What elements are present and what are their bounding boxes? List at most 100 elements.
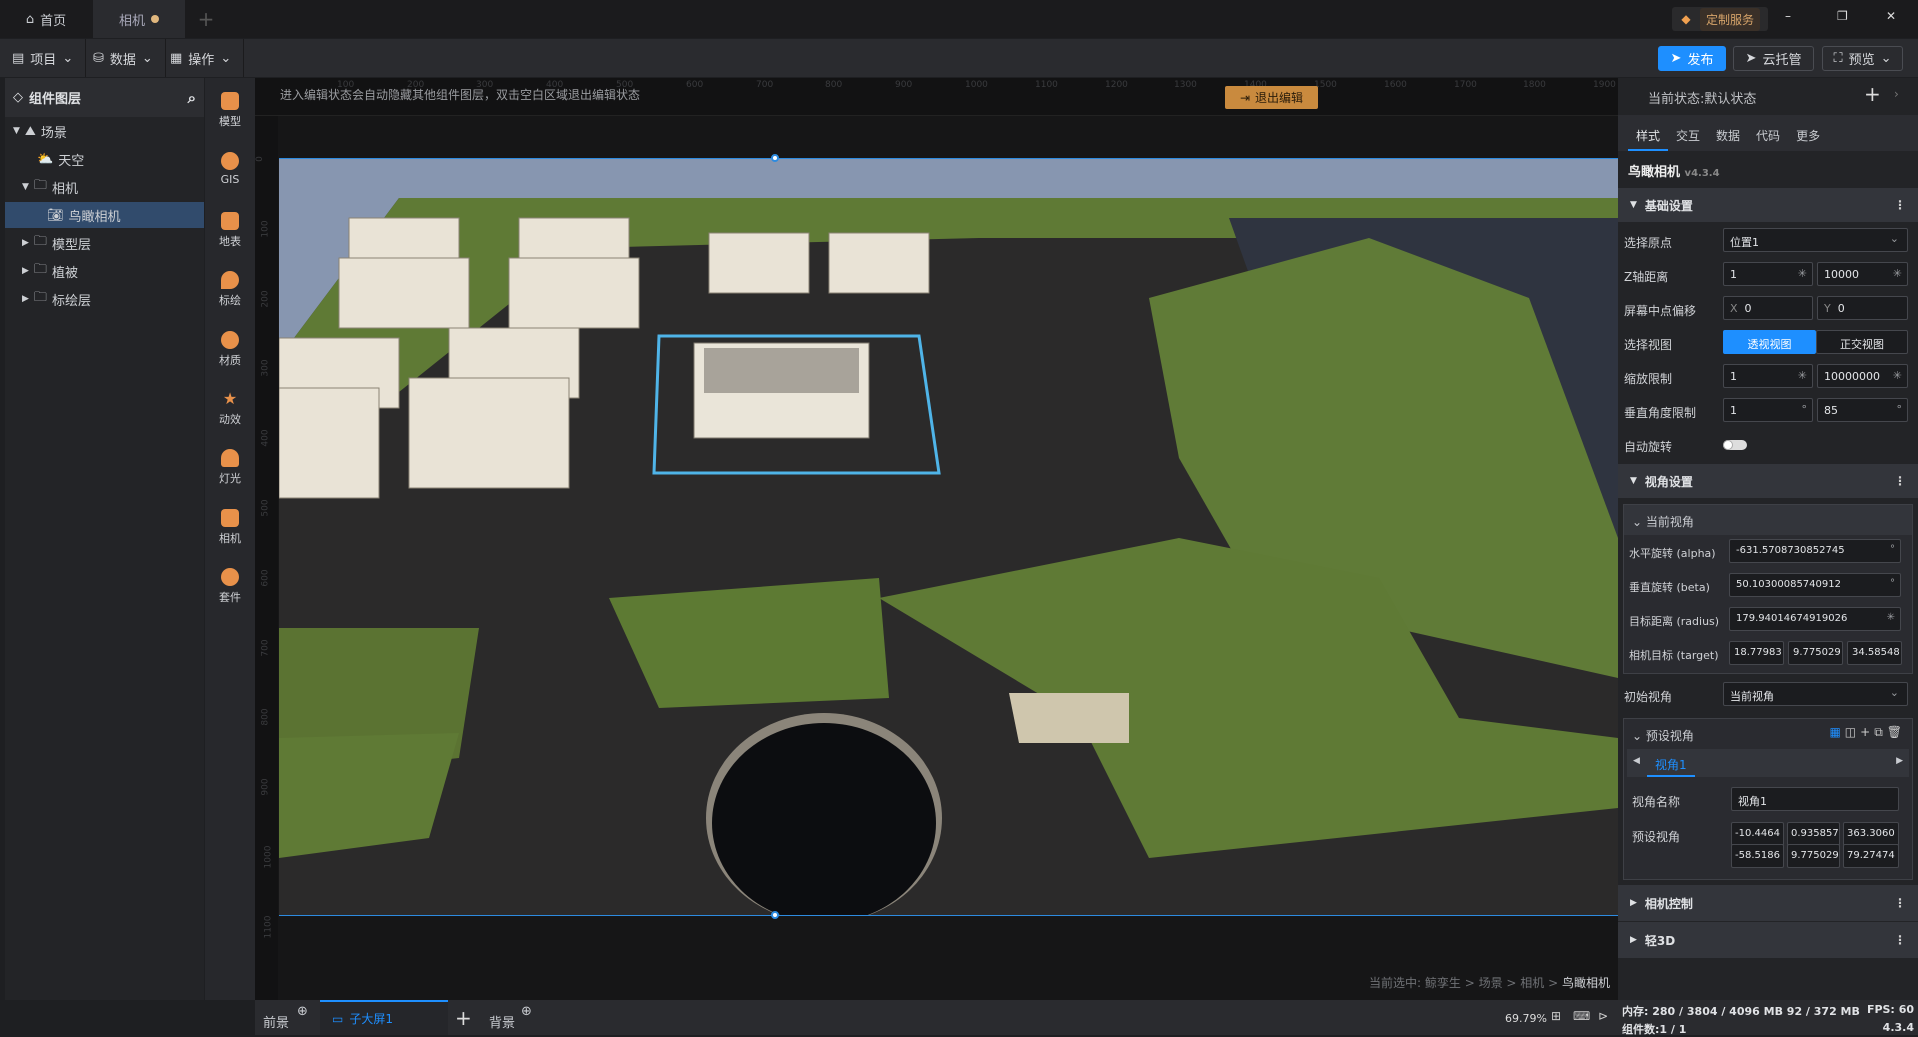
initial-view-select[interactable]: 当前视角 ⌄ xyxy=(1723,682,1908,706)
cloud-hosting-button[interactable]: ➤ 云托管 xyxy=(1733,46,1814,71)
canvas-area[interactable]: 100 200 300 400 500 600 700 800 900 1000 1100 1200 1… xyxy=(255,78,1618,1000)
offset-y-input[interactable]: Y 0 xyxy=(1817,296,1908,320)
strip-kit[interactable]: 套件 xyxy=(205,568,255,605)
more-icon[interactable]: ⋮ xyxy=(1894,896,1906,910)
offset-x-input[interactable]: X 0 xyxy=(1723,296,1813,320)
strip-material[interactable]: 材质 xyxy=(205,331,255,368)
background-tab[interactable]: 背景 xyxy=(489,1012,515,1031)
search-icon[interactable]: ⌕ xyxy=(188,89,196,107)
preset-value-input[interactable]: 363.3060 xyxy=(1843,822,1899,846)
tab-sub-screen[interactable]: ▭ 子大屏1 xyxy=(320,1000,448,1035)
strip-gis[interactable]: GIS xyxy=(205,152,255,186)
resize-handle[interactable] xyxy=(771,911,779,919)
preset-value-input[interactable]: -10.4464 xyxy=(1731,822,1784,846)
copy-icon[interactable]: ⧉ xyxy=(1874,725,1887,739)
strip-light[interactable]: 灯光 xyxy=(205,449,255,486)
trash-icon[interactable]: 🗑︎ xyxy=(1887,725,1906,739)
menu-data[interactable]: ⛁ 数据 ⌄ xyxy=(81,39,166,77)
strip-terrain[interactable]: 地表 xyxy=(205,212,255,249)
preview-button[interactable]: ⛶ 预览 ⌄ xyxy=(1822,46,1903,71)
vangle-max-input[interactable]: 85 ° xyxy=(1817,398,1908,422)
tree-item-camera-folder[interactable]: ▼ 🗀 相机 xyxy=(5,174,204,200)
auto-rotate-toggle[interactable] xyxy=(1723,440,1747,450)
tab-camera[interactable]: 相机 xyxy=(93,0,185,38)
caret-left-icon[interactable]: ◀ xyxy=(1633,756,1640,766)
view-name-input[interactable]: 视角1 xyxy=(1731,787,1899,811)
strip-plot[interactable]: 标绘 xyxy=(205,271,255,308)
menu-operate[interactable]: ▦ 操作 ⌄ xyxy=(158,39,245,77)
tab-more[interactable]: 更多 xyxy=(1788,115,1828,151)
new-tab-button[interactable]: + xyxy=(186,0,226,38)
preset-view-header[interactable]: ⌄ 预设视角 ▦◫+⧉🗑︎ xyxy=(1624,719,1912,749)
foreground-tab[interactable]: 前景 xyxy=(263,1012,289,1031)
tree-item-plot-layer[interactable]: ▶ 🗀 标绘层 xyxy=(5,286,204,312)
perspective-view-option[interactable]: 透视视图 xyxy=(1723,330,1816,354)
add-screen-button[interactable]: + xyxy=(455,1006,472,1030)
menu-project[interactable]: ▤ 项目 ⌄ xyxy=(0,39,87,77)
z-max-input[interactable]: 10000 ✳ xyxy=(1817,262,1908,286)
tree-item-model-layer[interactable]: ▶ 🗀 模型层 xyxy=(5,230,204,256)
add-icon[interactable]: + xyxy=(1860,725,1874,739)
3d-scene-viewport[interactable] xyxy=(279,158,1618,915)
terminal-icon[interactable]: ⊳ xyxy=(1598,1009,1608,1023)
section-basic[interactable]: ▼ 基础设置 ⋮ xyxy=(1618,188,1918,222)
publish-button[interactable]: ➤ 发布 xyxy=(1658,46,1726,71)
tree-item-scene[interactable]: ▼ ⛰ 场景 xyxy=(5,118,204,144)
z-min-input[interactable]: 1 ✳ xyxy=(1723,262,1813,286)
more-icon[interactable]: ⋮ xyxy=(1894,933,1906,947)
target-z-input[interactable]: 34.58548 xyxy=(1847,641,1902,665)
target-y-input[interactable]: 9.775029 xyxy=(1788,641,1843,665)
tree-item-sky[interactable]: ⛅ 天空 xyxy=(5,146,204,172)
fit-screen-icon[interactable]: ⊞ xyxy=(1551,1009,1561,1023)
layout-icon[interactable]: ◫ xyxy=(1845,725,1860,739)
chevron-right-icon[interactable]: › xyxy=(1894,87,1899,101)
zoom-min-input[interactable]: 1 ✳ xyxy=(1723,364,1813,388)
zoom-max-input[interactable]: 10000000 ✳ xyxy=(1817,364,1908,388)
exit-edit-button[interactable]: ⇥ 退出编辑 xyxy=(1225,86,1318,109)
strip-camera[interactable]: 相机 xyxy=(205,509,255,546)
minimize-button[interactable]: – xyxy=(1785,9,1791,23)
breadcrumb-item[interactable]: 鲸孪生 xyxy=(1425,976,1461,990)
more-icon[interactable]: ⋮ xyxy=(1894,198,1906,212)
custom-service-button[interactable]: ◆ 定制服务 xyxy=(1672,7,1768,31)
target-x-input[interactable]: 18.77983 xyxy=(1729,641,1784,665)
orthographic-view-option[interactable]: 正交视图 xyxy=(1816,330,1908,354)
vangle-min-input[interactable]: 1 ° xyxy=(1723,398,1813,422)
table-icon[interactable]: ▦ xyxy=(1829,725,1844,739)
alpha-input[interactable]: -631.5708730852745 ° xyxy=(1729,539,1901,563)
tab-interaction[interactable]: 交互 xyxy=(1668,115,1708,151)
tree-item-vegetation[interactable]: ▶ 🗀 植被 xyxy=(5,258,204,284)
add-foreground-icon[interactable]: ⊕ xyxy=(297,1004,308,1019)
close-button[interactable]: ✕ xyxy=(1886,9,1896,23)
add-state-button[interactable]: + xyxy=(1864,82,1881,106)
keyboard-icon[interactable]: ⌨ xyxy=(1573,1009,1590,1023)
tab-data[interactable]: 数据 xyxy=(1708,115,1748,151)
origin-select[interactable]: 位置1 ⌄ xyxy=(1723,228,1908,252)
strip-effects[interactable]: ★ 动效 xyxy=(205,390,255,427)
tab-style[interactable]: 样式 xyxy=(1628,115,1669,151)
more-icon[interactable]: ⋮ xyxy=(1894,474,1906,488)
tab-code[interactable]: 代码 xyxy=(1748,115,1788,151)
resize-handle[interactable] xyxy=(771,154,779,162)
field-label: 相机目标 (target) xyxy=(1629,649,1719,662)
add-background-icon[interactable]: ⊕ xyxy=(521,1004,532,1019)
section-view[interactable]: ▼ 视角设置 ⋮ xyxy=(1618,464,1918,498)
preset-tab[interactable]: 视角1 xyxy=(1647,749,1695,777)
x-prefix: X xyxy=(1730,302,1738,315)
caret-right-icon[interactable]: ▶ xyxy=(1896,756,1903,766)
radius-input[interactable]: 179.94014674919026 ✳ xyxy=(1729,607,1901,631)
section-camera-control[interactable]: ▶ 相机控制 ⋮ xyxy=(1618,885,1918,921)
breadcrumb-item[interactable]: 场景 xyxy=(1479,976,1503,990)
breadcrumb-item[interactable]: 相机 xyxy=(1520,976,1544,990)
preset-value-input[interactable]: 0.935857 xyxy=(1787,822,1840,846)
strip-model[interactable]: 模型 xyxy=(205,92,255,129)
tab-home[interactable]: ⌂ 首页 xyxy=(0,0,92,38)
preset-value-input[interactable]: 79.27474 xyxy=(1843,844,1899,868)
section-light-3d[interactable]: ▶ 轻3D ⋮ xyxy=(1618,922,1918,958)
preset-value-input[interactable]: -58.5186 xyxy=(1731,844,1784,868)
tree-item-birdseye-camera[interactable]: 📷︎ 鸟瞰相机 xyxy=(5,202,204,228)
restore-button[interactable]: ❐ xyxy=(1837,9,1848,23)
beta-input[interactable]: 50.10300085740912 ° xyxy=(1729,573,1901,597)
preset-value-input[interactable]: 9.775029 xyxy=(1787,844,1840,868)
current-view-header[interactable]: ⌄ 当前视角 xyxy=(1624,505,1912,535)
